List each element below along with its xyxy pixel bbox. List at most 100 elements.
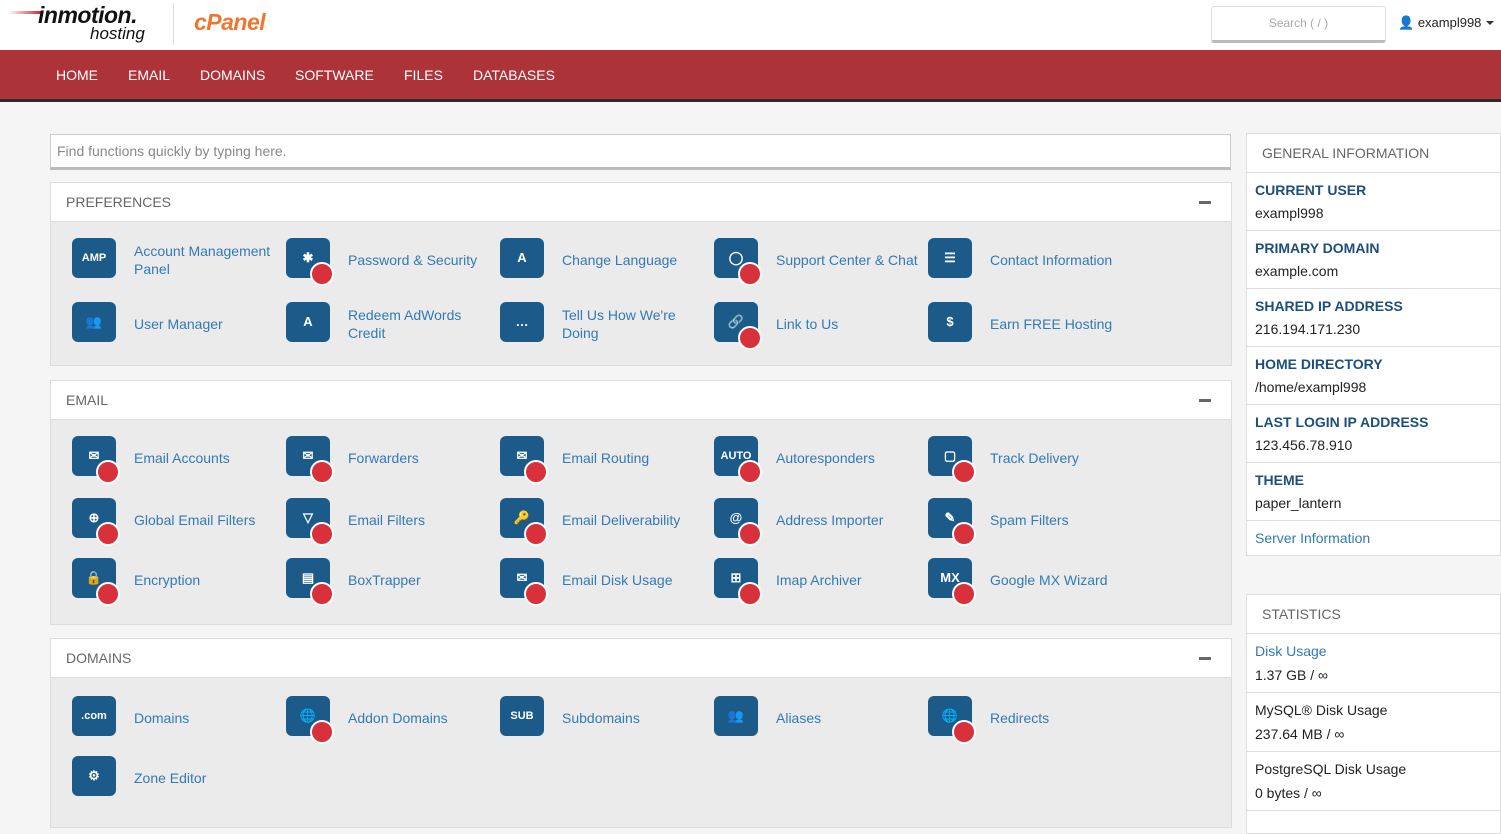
feature-item[interactable]: ✎ Spam Filters xyxy=(926,492,1140,548)
feature-item[interactable]: ▽ Email Filters xyxy=(284,492,498,548)
feature-label: Redeem AdWords Credit xyxy=(348,307,462,341)
search-input[interactable]: Search ( / ) xyxy=(1211,6,1386,43)
feature-item[interactable]: AUTO Autoresponders xyxy=(712,430,926,486)
info-row: SHARED IP ADDRESS 216.194.171.230 xyxy=(1247,289,1500,347)
feature-item[interactable]: … Tell Us How We're Doing xyxy=(498,296,712,352)
section-header-email[interactable]: EMAIL xyxy=(51,381,1231,420)
feature-item[interactable]: ◯ Support Center & Chat xyxy=(712,232,926,288)
badge-icon xyxy=(310,460,334,484)
feature-label: Password & Security xyxy=(348,252,478,268)
zone-editor-icon-glyph: ⚙ xyxy=(72,756,116,796)
info-value: 123.456.78.910 xyxy=(1255,437,1353,453)
feature-item[interactable]: @ Address Importer xyxy=(712,492,926,548)
badge-icon xyxy=(524,522,548,546)
feature-label: Redirects xyxy=(990,710,1050,726)
stat-value: 237.64 MB / ∞ xyxy=(1255,726,1345,742)
minimize-icon[interactable] xyxy=(1199,657,1211,660)
adwords-icon: A xyxy=(284,298,336,350)
subdomains-icon: SUB xyxy=(498,692,550,744)
feature-item[interactable]: ⚙ Zone Editor xyxy=(70,750,284,806)
feature-item[interactable]: AMP Account Management Panel xyxy=(70,232,284,288)
amp-icon: AMP xyxy=(70,234,122,286)
stat-row: Disk Usage 1.37 GB / ∞ xyxy=(1247,634,1500,693)
language-icon: A xyxy=(498,234,550,286)
stat-label[interactable]: Disk Usage xyxy=(1255,643,1492,659)
feature-item[interactable]: 🌐 Addon Domains xyxy=(284,690,498,746)
find-functions-input[interactable]: Find functions quickly by typing here. xyxy=(50,134,1231,170)
feature-item[interactable]: 👥 User Manager xyxy=(70,296,284,352)
feature-item[interactable]: ✉ Email Disk Usage xyxy=(498,552,712,608)
feature-item[interactable]: ✱ Password & Security xyxy=(284,232,498,288)
badge-icon xyxy=(310,522,334,546)
info-label: LAST LOGIN IP ADDRESS xyxy=(1255,414,1429,430)
info-row: LAST LOGIN IP ADDRESS 123.456.78.910 xyxy=(1247,405,1500,463)
encryption-lock-icon: 🔒 xyxy=(70,554,122,606)
badge-icon xyxy=(310,720,334,744)
track-delivery-icon: ▢ xyxy=(926,432,978,484)
contact-card-icon-glyph: ☰ xyxy=(928,238,972,278)
server-information-link[interactable]: Server Information xyxy=(1255,530,1370,546)
feature-label: Link to Us xyxy=(776,316,839,332)
section-header-preferences[interactable]: PREFERENCES xyxy=(51,183,1231,222)
badge-icon xyxy=(738,522,762,546)
info-label: HOME DIRECTORY xyxy=(1255,356,1383,372)
feature-item[interactable]: .com Domains xyxy=(70,690,284,746)
feature-label: Earn FREE Hosting xyxy=(990,316,1113,332)
feature-item[interactable]: ☰ Contact Information xyxy=(926,232,1140,288)
nav-databases[interactable]: DATABASES xyxy=(473,67,555,83)
nav-domains[interactable]: DOMAINS xyxy=(200,67,265,83)
nav-home[interactable]: HOME xyxy=(56,67,98,83)
badge-icon xyxy=(96,582,120,606)
feature-item[interactable]: A Change Language xyxy=(498,232,712,288)
statistics-title: STATISTICS xyxy=(1247,595,1500,634)
nav-email[interactable]: EMAIL xyxy=(128,67,170,83)
feature-item[interactable]: 🔒 Encryption xyxy=(70,552,284,608)
feature-item[interactable]: ✉ Forwarders xyxy=(284,430,498,486)
nav-software[interactable]: SOFTWARE xyxy=(295,67,374,83)
badge-icon xyxy=(952,460,976,484)
stat-value: 1.37 GB / ∞ xyxy=(1255,667,1329,683)
feature-item[interactable]: 🔑 Email Deliverability xyxy=(498,492,712,548)
minimize-icon[interactable] xyxy=(1199,201,1211,204)
feature-item[interactable]: ✉ Email Routing xyxy=(498,430,712,486)
stat-row: MySQL® Disk Usage 237.64 MB / ∞ xyxy=(1247,693,1500,752)
chevron-down-icon[interactable] xyxy=(1486,21,1494,25)
feature-label: Zone Editor xyxy=(134,770,207,786)
feature-item[interactable]: 👥 Aliases xyxy=(712,690,926,746)
feature-label: Aliases xyxy=(776,710,822,726)
feature-item[interactable]: ▢ Track Delivery xyxy=(926,430,1140,486)
info-value: paper_lantern xyxy=(1255,495,1342,511)
feature-item[interactable]: 🌐 Redirects xyxy=(926,690,1140,746)
subdomains-icon-glyph: SUB xyxy=(500,696,544,736)
minimize-icon[interactable] xyxy=(1199,399,1211,402)
feature-label: Encryption xyxy=(134,572,201,588)
feature-item[interactable]: MX Google MX Wizard xyxy=(926,552,1140,608)
feature-label: User Manager xyxy=(134,316,223,332)
feature-label: Forwarders xyxy=(348,450,419,466)
info-value: example.com xyxy=(1255,263,1339,279)
mx-wizard-icon: MX xyxy=(926,554,978,606)
section-header-domains[interactable]: DOMAINS xyxy=(51,639,1231,678)
feature-item[interactable]: ✉ Email Accounts xyxy=(70,430,284,486)
feature-item[interactable]: 🔗 Link to Us xyxy=(712,296,926,352)
feature-item[interactable]: ▤ BoxTrapper xyxy=(284,552,498,608)
domains-icon-glyph: .com xyxy=(72,696,116,736)
cpanel-logo[interactable]: cPanel xyxy=(194,9,266,36)
feature-label: Account Management Panel xyxy=(134,243,271,277)
redirects-icon: 🌐 xyxy=(926,692,978,744)
nav-files[interactable]: FILES xyxy=(404,67,443,83)
stat-label: MySQL® Disk Usage xyxy=(1255,702,1388,718)
general-information-panel: GENERAL INFORMATION CURRENT USER exampl99… xyxy=(1246,133,1501,556)
feature-item[interactable]: ⊞ Imap Archiver xyxy=(712,552,926,608)
info-label: PRIMARY DOMAIN xyxy=(1255,240,1380,256)
feature-item[interactable]: $ Earn FREE Hosting xyxy=(926,296,1140,352)
feature-item[interactable]: SUB Subdomains xyxy=(498,690,712,746)
feature-label: Imap Archiver xyxy=(776,572,862,588)
user-menu[interactable]: 👤 exampl998 xyxy=(1398,15,1481,31)
general-information-title: GENERAL INFORMATION xyxy=(1247,134,1500,173)
feature-item[interactable]: A Redeem AdWords Credit xyxy=(284,296,498,352)
feature-item[interactable]: ⊕ Global Email Filters xyxy=(70,492,284,548)
badge-icon xyxy=(524,460,548,484)
inmotion-logo[interactable]: inmotion. hosting xyxy=(8,2,158,44)
info-row: PRIMARY DOMAIN example.com xyxy=(1247,231,1500,289)
